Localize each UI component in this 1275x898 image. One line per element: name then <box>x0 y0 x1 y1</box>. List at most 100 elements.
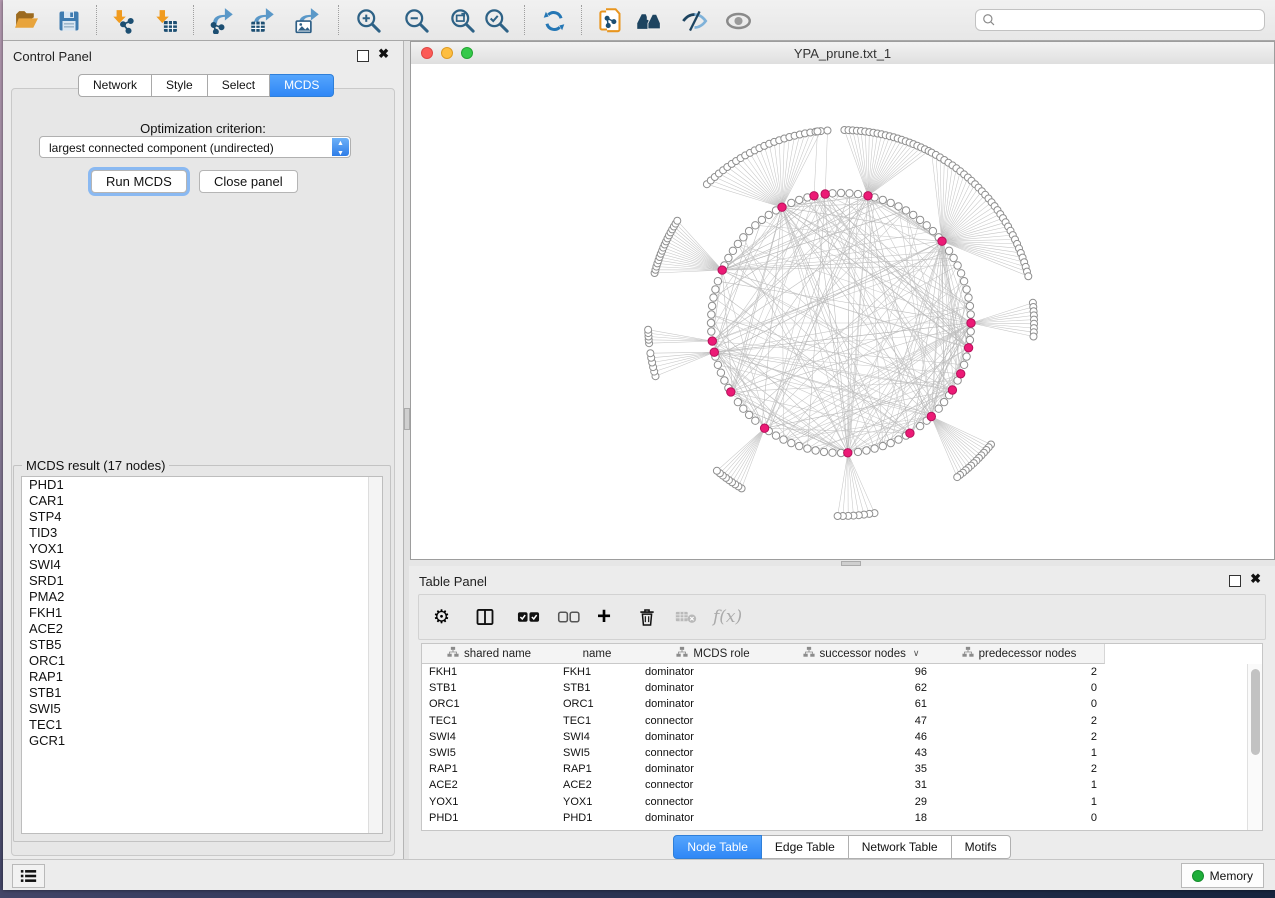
zoom-fit-icon[interactable] <box>449 7 476 34</box>
tab-motifs[interactable]: Motifs <box>952 835 1011 859</box>
table-row[interactable]: PHD1PHD1dominator180 <box>422 810 1248 826</box>
table-cell: 2 <box>934 761 1104 777</box>
select-all-rows-icon[interactable] <box>517 602 540 632</box>
export-network-icon[interactable] <box>208 7 235 34</box>
mcds-result-item[interactable]: PMA2 <box>22 589 382 605</box>
tab-network[interactable]: Network <box>78 74 152 97</box>
list-scrollbar[interactable] <box>368 477 382 833</box>
import-network-icon[interactable] <box>108 7 135 34</box>
scrollbar-thumb[interactable] <box>1251 669 1260 755</box>
run-mcds-button[interactable]: Run MCDS <box>91 170 187 193</box>
mcds-result-item[interactable]: ORC1 <box>22 653 382 669</box>
mcds-result-item[interactable]: GCR1 <box>22 733 382 749</box>
mcds-result-item[interactable]: SWI4 <box>22 557 382 573</box>
column-header-MCDS-role[interactable]: MCDS role <box>638 644 789 664</box>
mcds-result-item[interactable]: RAP1 <box>22 669 382 685</box>
table-cell: connector <box>638 794 788 810</box>
table-cell: dominator <box>638 696 788 712</box>
table-cell: dominator <box>638 810 788 826</box>
tab-node-table[interactable]: Node Table <box>673 835 762 859</box>
deselect-all-rows-icon[interactable] <box>557 602 580 632</box>
table-cell: 35 <box>788 761 934 777</box>
memory-label: Memory <box>1210 869 1253 883</box>
table-row[interactable]: ACE2ACE2connector311 <box>422 777 1248 793</box>
mcds-result-item[interactable]: TEC1 <box>22 717 382 733</box>
table-cell: SWI5 <box>556 745 638 761</box>
tab-style[interactable]: Style <box>152 74 208 97</box>
network-window-titlebar[interactable]: YPA_prune.txt_1 <box>411 42 1274 65</box>
show-columns-icon[interactable] <box>475 602 495 632</box>
mcds-result-item[interactable]: TID3 <box>22 525 382 541</box>
table-cell: 1 <box>934 794 1104 810</box>
control-panel: Control Panel ✖ NetworkStyleSelectMCDS O… <box>3 41 403 860</box>
search-icon <box>982 13 996 27</box>
export-image-icon[interactable] <box>294 7 321 34</box>
table-settings-gear-icon[interactable]: ⚙ <box>433 602 450 632</box>
table-row[interactable]: FKH1FKH1dominator962 <box>422 664 1248 680</box>
column-header-successor-nodes[interactable]: successor nodes∨ <box>788 644 935 664</box>
table-cell: SWI4 <box>422 729 556 745</box>
column-header-name[interactable]: name <box>556 644 639 664</box>
hide-details-eye-icon[interactable] <box>681 7 708 34</box>
search-binoculars-icon[interactable] <box>635 7 662 34</box>
close-panel-button[interactable]: Close panel <box>199 170 298 193</box>
main-toolbar <box>3 0 1275 41</box>
save-session-icon[interactable] <box>55 7 82 34</box>
table-cell: 0 <box>934 810 1104 826</box>
mcds-result-item[interactable]: ACE2 <box>22 621 382 637</box>
float-window-icon[interactable] <box>357 50 369 62</box>
zoom-out-icon[interactable] <box>403 7 430 34</box>
mcds-result-item[interactable]: PHD1 <box>22 477 382 493</box>
table-cell: 62 <box>788 680 934 696</box>
close-panel-icon[interactable]: ✖ <box>1250 572 1261 586</box>
table-cell: 31 <box>788 777 934 793</box>
network-canvas[interactable] <box>411 64 1274 559</box>
tab-edge-table[interactable]: Edge Table <box>762 835 849 859</box>
mcds-result-item[interactable]: STP4 <box>22 509 382 525</box>
open-session-icon[interactable] <box>13 7 40 34</box>
tab-mcds[interactable]: MCDS <box>270 74 334 97</box>
zoom-selected-icon[interactable] <box>483 7 510 34</box>
table-cell: 2 <box>934 713 1104 729</box>
table-row[interactable]: SWI4SWI4dominator462 <box>422 729 1248 745</box>
mcds-result-item[interactable]: STB5 <box>22 637 382 653</box>
criterion-select[interactable]: largest connected component (undirected)… <box>39 136 351 158</box>
mcds-result-item[interactable]: SWI5 <box>22 701 382 717</box>
tab-select[interactable]: Select <box>208 74 270 97</box>
mcds-result-list[interactable]: PHD1CAR1STP4TID3YOX1SWI4SRD1PMA2FKH1ACE2… <box>21 476 383 834</box>
table-scrollbar[interactable] <box>1247 664 1262 830</box>
mcds-result-item[interactable]: CAR1 <box>22 493 382 509</box>
mcds-result-item[interactable]: FKH1 <box>22 605 382 621</box>
search-input[interactable] <box>996 12 1264 28</box>
close-panel-icon[interactable]: ✖ <box>378 47 389 61</box>
mcds-result-item[interactable]: STB1 <box>22 685 382 701</box>
column-header-predecessor-nodes[interactable]: predecessor nodes <box>934 644 1105 664</box>
table-row[interactable]: ORC1ORC1dominator610 <box>422 696 1248 712</box>
table-row[interactable]: SWI5SWI5connector431 <box>422 745 1248 761</box>
node-table[interactable]: shared namenameMCDS rolesuccessor nodes∨… <box>421 643 1263 831</box>
table-row[interactable]: TEC1TEC1connector472 <box>422 713 1248 729</box>
memory-button[interactable]: Memory <box>1181 863 1264 888</box>
mcds-result-item[interactable]: YOX1 <box>22 541 382 557</box>
table-row[interactable]: RAP1RAP1dominator352 <box>422 761 1248 777</box>
column-header-shared-name[interactable]: shared name <box>422 644 557 664</box>
float-window-icon[interactable] <box>1229 575 1241 587</box>
table-row[interactable]: YOX1YOX1connector291 <box>422 794 1248 810</box>
task-history-button[interactable] <box>12 864 45 888</box>
refresh-icon[interactable] <box>540 7 567 34</box>
table-row[interactable]: STB1STB1dominator620 <box>422 680 1248 696</box>
network-share-document-icon[interactable] <box>597 7 624 34</box>
table-cell: RAP1 <box>422 761 556 777</box>
tab-network-table[interactable]: Network Table <box>849 835 952 859</box>
toolbar-separator <box>524 5 525 35</box>
search-box[interactable] <box>975 9 1265 31</box>
export-table-icon[interactable] <box>249 7 276 34</box>
show-details-eye-icon[interactable] <box>725 7 752 34</box>
delete-column-icon[interactable] <box>637 602 657 632</box>
table-cell: 2 <box>934 729 1104 745</box>
import-table-icon[interactable] <box>151 7 178 34</box>
mcds-result-item[interactable]: SRD1 <box>22 573 382 589</box>
table-cell: 0 <box>934 680 1104 696</box>
zoom-in-icon[interactable] <box>355 7 382 34</box>
add-column-icon[interactable]: + <box>597 602 611 632</box>
